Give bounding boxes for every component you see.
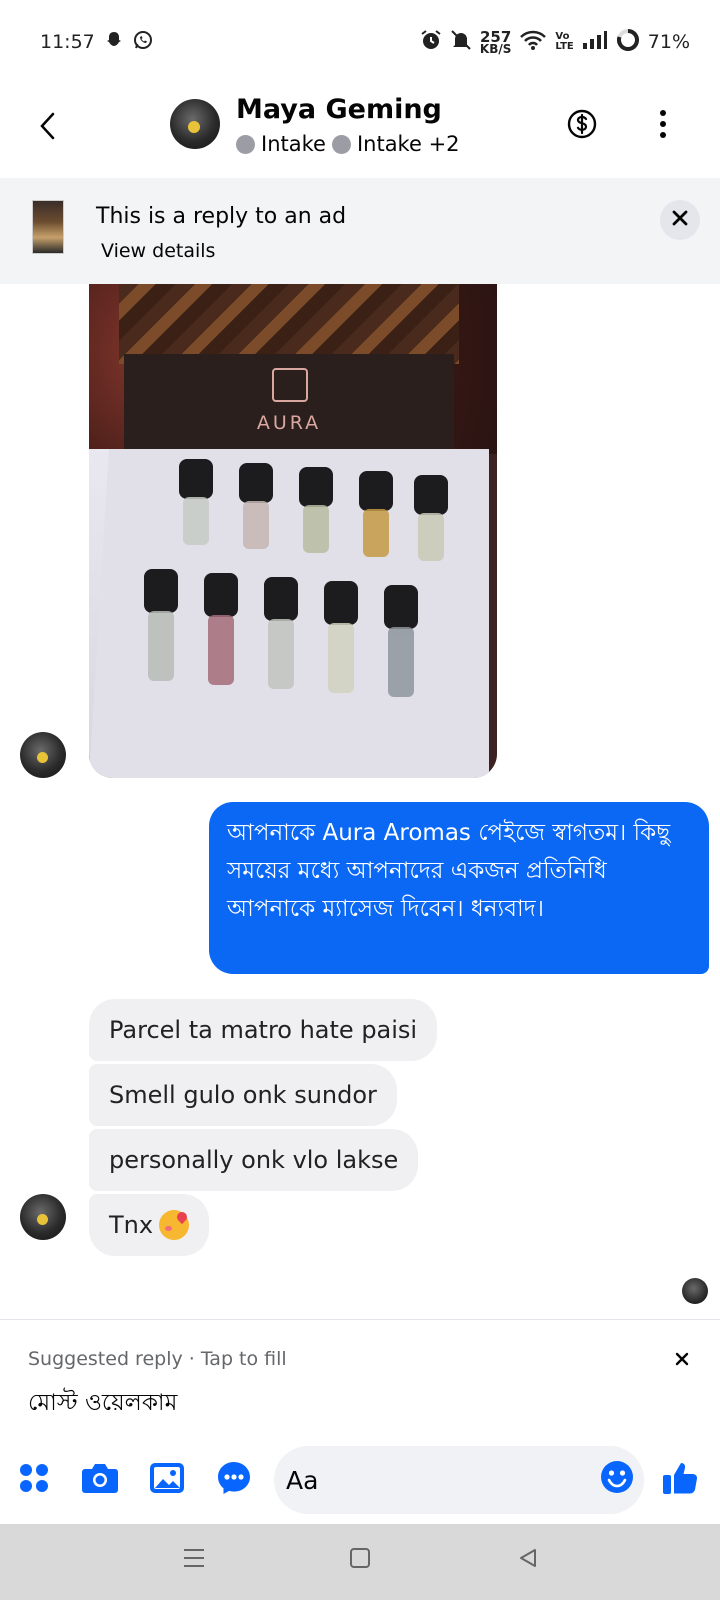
photo-vial-tray [89,449,489,778]
alarm-icon [420,29,442,56]
whatsapp-icon [133,30,153,55]
sender-avatar[interactable] [20,1194,66,1240]
message-input[interactable]: Aa [274,1446,644,1514]
recents-button[interactable] [180,1546,208,1574]
photo-box-front: AURA [124,354,454,464]
snapchat-icon [105,31,123,54]
incoming-message[interactable]: Tnx [89,1194,210,1256]
view-details-link[interactable]: View details [101,240,215,262]
system-nav-bar [0,1524,720,1600]
label-dot-icon [331,134,351,154]
status-bar: 11:57 257 KB/S Vo LTE 71% [0,0,720,84]
contact-labels[interactable]: Intake Intake +2 [236,132,460,156]
suggested-reply-divider [0,1319,720,1320]
message-text: Smell gulo onk sundor [109,1081,377,1109]
volte-bottom: LTE [555,41,574,52]
contact-name[interactable]: Maya Geming [236,94,442,125]
ad-reply-banner[interactable]: This is a reply to an ad View details [0,178,720,284]
payment-button[interactable] [566,108,598,140]
ad-banner-title: This is a reply to an ad [96,204,347,229]
status-time: 11:57 [40,31,95,53]
more-vertical-icon [660,110,666,116]
net-speed-unit: KB/S [479,41,512,56]
smiling-face-with-hearts-icon [159,1210,190,1240]
label-2: Intake +2 [356,132,460,156]
incoming-message[interactable]: Smell gulo onk sundor [89,1064,397,1126]
close-icon [675,1351,689,1370]
network-speed: 257 KB/S [479,29,512,56]
signal-icon [582,30,608,55]
ad-thumbnail[interactable] [32,200,64,254]
menu-icon [182,1547,206,1573]
more-options-button[interactable] [655,106,671,142]
battery-icon [616,28,640,57]
message-composer: Aa [0,1440,720,1524]
perfume-logo-icon [272,368,308,402]
suggested-reply-text[interactable]: মোস্ট ওয়েলকাম [28,1384,177,1423]
incoming-message[interactable]: Parcel ta matro hate paisi [89,999,438,1061]
chat-icon [216,1460,252,1500]
emoji-button[interactable] [600,1460,634,1494]
wifi-icon [519,29,547,56]
status-right: 257 KB/S Vo LTE 71% [420,28,690,57]
chevron-left-icon [38,111,56,145]
volte-indicator: Vo LTE [555,32,573,52]
more-vertical-icon [660,121,666,127]
photo-box-lid [119,284,459,364]
status-left: 11:57 [40,30,153,55]
contact-avatar[interactable] [170,99,220,149]
gallery-button[interactable] [147,1460,187,1500]
like-button[interactable] [660,1460,700,1500]
more-vertical-icon [660,132,666,138]
photo-brand-text: AURA [256,412,322,434]
apps-icon [18,1462,50,1498]
photo-message[interactable]: AURA [89,284,497,778]
incoming-message[interactable]: personally onk vlo lakse [89,1129,419,1191]
back-nav-button[interactable] [514,1546,542,1574]
back-button[interactable] [32,108,62,148]
message-text: Tnx [109,1211,154,1239]
message-text: Parcel ta matro hate paisi [109,1016,418,1044]
message-text: personally onk vlo lakse [109,1146,399,1174]
sender-avatar[interactable] [20,732,66,778]
outgoing-message[interactable]: আপনাকে Aura Aromas পেইজে স্বাগতম। কিছু স… [209,802,709,974]
suggested-reply-caption: Suggested reply · Tap to fill [28,1348,287,1370]
camera-button[interactable] [80,1460,120,1500]
home-button[interactable] [346,1546,374,1574]
dollar-icon [566,109,598,144]
label-1: Intake [261,132,326,156]
chat-options-button[interactable] [214,1460,254,1500]
vials-illustration [89,449,489,778]
label-dot-icon [236,134,255,154]
emoji-icon [600,1461,634,1498]
seen-indicator-avatar [682,1278,708,1304]
conversation-header: Maya Geming Intake Intake +2 [0,84,720,178]
close-icon [672,210,688,230]
back-triangle-icon [517,1547,539,1573]
suggested-reply-close-button[interactable] [670,1348,694,1372]
home-square-icon [349,1547,371,1573]
camera-icon [81,1461,119,1499]
mute-icon [450,29,472,56]
gallery-icon [149,1462,185,1498]
battery-percent: 71% [647,31,690,53]
apps-button[interactable] [14,1460,54,1500]
like-icon [662,1460,698,1500]
message-input-placeholder: Aa [286,1465,319,1495]
ad-banner-close-button[interactable] [660,200,700,240]
